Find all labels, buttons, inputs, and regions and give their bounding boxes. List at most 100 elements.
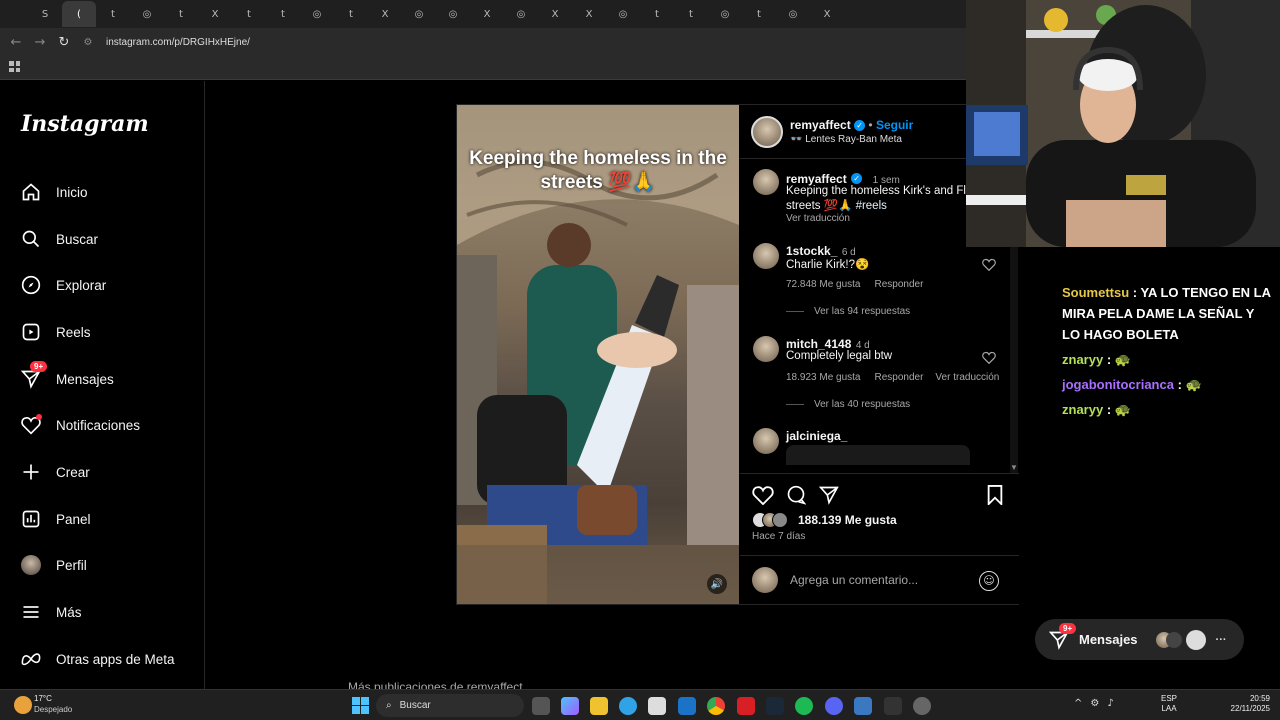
browser-tab[interactable]: t xyxy=(742,1,776,27)
file-explorer-icon[interactable] xyxy=(590,697,608,715)
app-icon-dark[interactable] xyxy=(884,697,902,715)
sidebar-item-notificaciones[interactable]: Notificaciones xyxy=(20,409,140,441)
browser-tab[interactable]: X xyxy=(572,1,606,27)
comment-username[interactable]: mitch_4148 xyxy=(786,337,851,351)
steam-icon[interactable] xyxy=(766,697,784,715)
comment-username[interactable]: jalciniega_ xyxy=(786,429,847,443)
browser-tab[interactable]: ( xyxy=(62,1,96,27)
see-translation-link[interactable]: Ver traducción xyxy=(786,213,850,224)
share-icon[interactable] xyxy=(818,485,839,510)
messages-pill[interactable]: 9+ Mensajes ··· xyxy=(1035,619,1244,660)
weather-temp[interactable]: 17°C xyxy=(34,694,52,703)
browser-tab[interactable]: ◎ xyxy=(504,1,538,27)
settings-icon[interactable] xyxy=(913,697,931,715)
browser-tab[interactable]: t xyxy=(232,1,266,27)
app-icon-red[interactable] xyxy=(737,697,755,715)
sidebar-item-explorar[interactable]: Explorar xyxy=(20,269,106,301)
comment-likes[interactable]: 18.923 Me gusta xyxy=(786,372,861,383)
sidebar-item-mensajes[interactable]: 9+ Mensajes xyxy=(20,361,114,395)
browser-tab[interactable]: ◎ xyxy=(436,1,470,27)
edge-icon[interactable] xyxy=(619,697,637,715)
chat-username[interactable]: jogabonitocrianca xyxy=(1062,377,1174,392)
comment-avatar[interactable] xyxy=(753,336,779,362)
browser-tab[interactable]: ◎ xyxy=(402,1,436,27)
browser-tab[interactable]: ◎ xyxy=(606,1,640,27)
sidebar-item-crear[interactable]: Crear xyxy=(20,456,90,488)
comment-avatar[interactable] xyxy=(753,243,779,269)
weather-icon[interactable] xyxy=(14,696,32,714)
browser-tab[interactable]: t xyxy=(164,1,198,27)
sidebar-item-reels[interactable]: Reels xyxy=(20,316,91,348)
sidebar-item-perfil[interactable]: Perfil xyxy=(20,549,87,581)
sidebar-item-buscar[interactable]: Buscar xyxy=(20,223,98,255)
browser-tab[interactable]: X xyxy=(470,1,504,27)
sidebar-item-panel[interactable]: Panel xyxy=(20,503,91,535)
like-count[interactable]: 188.139 Me gusta xyxy=(798,513,897,527)
comment-likes[interactable]: 72.848 Me gusta xyxy=(786,279,861,290)
browser-tab[interactable]: t xyxy=(674,1,708,27)
site-info-icon[interactable]: ⚙ xyxy=(76,30,100,54)
comment-media[interactable] xyxy=(786,445,970,465)
task-view-icon[interactable] xyxy=(532,697,550,715)
url-field[interactable]: instagram.com/p/DRGIHxHEjne/ xyxy=(106,37,250,48)
browser-tab[interactable]: t xyxy=(334,1,368,27)
comment-like-icon[interactable] xyxy=(982,351,996,369)
forward-icon[interactable]: → xyxy=(28,30,52,54)
author-username[interactable]: remyaffect xyxy=(790,118,851,132)
chat-username[interactable]: znaryy xyxy=(1062,402,1103,417)
browser-tab[interactable]: ◎ xyxy=(776,1,810,27)
app-icon-blue[interactable] xyxy=(854,697,872,715)
browser-tab[interactable]: S xyxy=(28,1,62,27)
save-icon[interactable] xyxy=(986,485,1004,510)
taskbar-search[interactable]: ⌕ Buscar xyxy=(376,694,524,717)
emoji-icon[interactable]: ☺ xyxy=(979,571,999,591)
likers-avatars[interactable] xyxy=(752,512,788,528)
browser-tab[interactable]: X xyxy=(538,1,572,27)
instagram-logo[interactable]: Instagram xyxy=(21,111,149,137)
sidebar-item-inicio[interactable]: Inicio xyxy=(20,176,88,208)
copilot-icon[interactable] xyxy=(561,697,579,715)
discord-icon[interactable] xyxy=(825,697,843,715)
comment-input[interactable]: Agrega un comentario... xyxy=(790,573,918,587)
reply-link[interactable]: Responder xyxy=(875,279,924,290)
browser-tab[interactable]: ◎ xyxy=(300,1,334,27)
store-icon[interactable] xyxy=(648,697,666,715)
language-indicator[interactable]: ESP LAA xyxy=(1161,694,1177,714)
view-replies[interactable]: Ver las 40 respuestas xyxy=(786,399,910,410)
reel-video[interactable]: Keeping the homeless in the streets 💯🙏 🔊 xyxy=(457,105,739,604)
scroll-down-arrow[interactable]: ▼ xyxy=(1010,463,1018,472)
chat-username[interactable]: Soumettsu xyxy=(1062,285,1129,300)
sidebar-item-más[interactable]: Más xyxy=(20,596,82,628)
more-icon[interactable]: ··· xyxy=(1216,634,1227,646)
browser-tab[interactable]: ◎ xyxy=(130,1,164,27)
browser-tab[interactable]: X xyxy=(368,1,402,27)
post-subtitle[interactable]: 👓 Lentes Ray-Ban Meta xyxy=(790,134,902,145)
spotify-icon[interactable] xyxy=(795,697,813,715)
browser-tab[interactable]: X xyxy=(198,1,232,27)
comment-translate-link[interactable]: Ver traducción xyxy=(935,372,999,383)
caption-hashtag[interactable]: #reels xyxy=(856,200,887,212)
author-avatar[interactable] xyxy=(751,116,783,148)
chrome-icon[interactable] xyxy=(707,697,725,715)
comment-like-icon[interactable] xyxy=(982,258,996,276)
follow-button[interactable]: Seguir xyxy=(876,118,913,132)
sidebar-item-otras-apps-de-meta[interactable]: Otras apps de Meta xyxy=(20,643,175,675)
back-icon[interactable]: ← xyxy=(4,30,28,54)
comment-avatar[interactable] xyxy=(753,428,779,454)
browser-tab[interactable]: t xyxy=(640,1,674,27)
browser-tab[interactable]: ◎ xyxy=(708,1,742,27)
apps-grid-icon[interactable] xyxy=(9,61,20,72)
chat-username[interactable]: znaryy xyxy=(1062,352,1103,367)
comment-icon[interactable] xyxy=(786,485,807,510)
reply-link[interactable]: Responder xyxy=(875,372,924,383)
start-icon[interactable] xyxy=(352,697,369,714)
tray-icons[interactable]: ^⚙♪ xyxy=(1074,698,1122,709)
outlook-icon[interactable] xyxy=(678,697,696,715)
reload-icon[interactable]: ↻ xyxy=(52,30,76,54)
clock[interactable]: 20:59 22/11/2025 xyxy=(1224,694,1270,714)
view-replies[interactable]: Ver las 94 respuestas xyxy=(786,306,910,317)
browser-tab[interactable]: X xyxy=(810,1,844,27)
caption-avatar[interactable] xyxy=(753,169,779,195)
browser-tab[interactable]: t xyxy=(266,1,300,27)
browser-tab[interactable]: t xyxy=(96,1,130,27)
